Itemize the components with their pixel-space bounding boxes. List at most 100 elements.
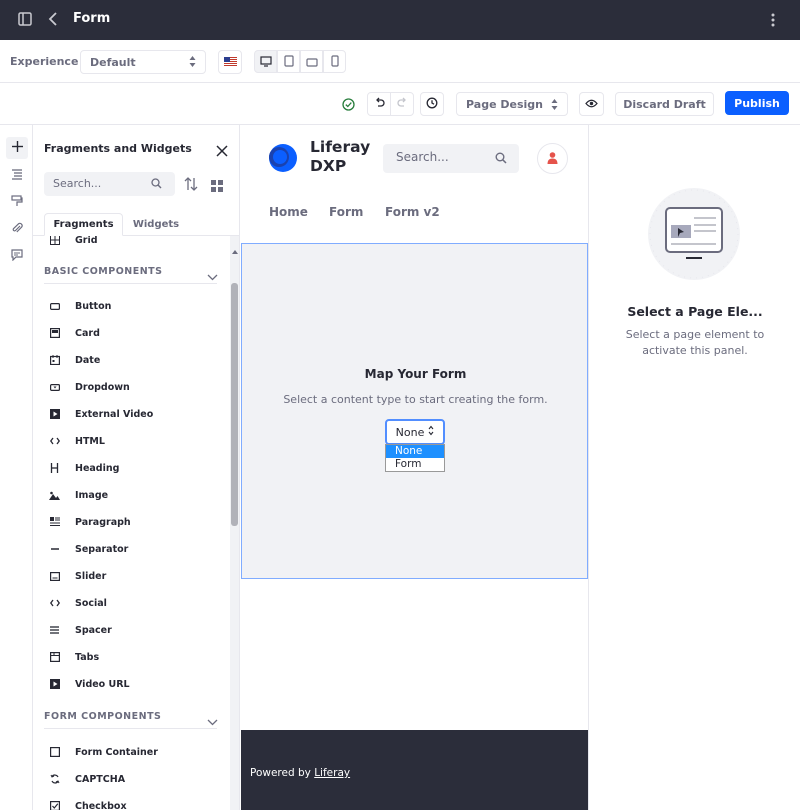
- configuration-panel: Select a Page Ele... Select a page eleme…: [588, 125, 800, 810]
- form-components-header[interactable]: FORM COMPONENTS: [44, 711, 161, 722]
- top-header-bar: Form: [0, 0, 800, 40]
- fragment-item-paragraph[interactable]: Paragraph: [49, 514, 131, 530]
- undo-button[interactable]: [367, 92, 391, 116]
- form-container-fragment[interactable]: Map Your Form Select a content type to s…: [241, 243, 588, 579]
- tab-fragments[interactable]: Fragments: [44, 213, 123, 236]
- user-avatar[interactable]: [537, 143, 568, 174]
- add-fragments-button[interactable]: [6, 137, 28, 159]
- language-selector[interactable]: [218, 50, 242, 74]
- close-panel-icon[interactable]: [216, 142, 228, 161]
- experience-label: Experience: [10, 55, 79, 68]
- paperclip-icon: [11, 222, 23, 237]
- fragments-scrollbar[interactable]: [230, 236, 239, 810]
- fragments-list: Grid BASIC COMPONENTS Button Card Date D…: [33, 236, 230, 810]
- fragments-search-input[interactable]: Search...: [44, 172, 175, 196]
- fragment-label: Date: [75, 354, 101, 366]
- fragment-item-dropdown[interactable]: Dropdown: [49, 379, 130, 395]
- search-placeholder: Search...: [53, 177, 102, 190]
- tablet-icon: [283, 52, 294, 71]
- fragment-item-social[interactable]: Social: [49, 595, 107, 611]
- scrollbar-thumb[interactable]: [231, 283, 238, 526]
- option-form[interactable]: Form: [386, 458, 444, 471]
- phone-view-button[interactable]: [323, 50, 346, 73]
- fragment-label: Card: [75, 327, 100, 339]
- page-title: Form: [73, 11, 111, 26]
- phone-icon: [330, 52, 339, 71]
- tab-widgets[interactable]: Widgets: [125, 213, 187, 236]
- button-icon: [49, 301, 60, 312]
- fragment-item-checkbox[interactable]: Checkbox: [49, 798, 127, 810]
- fragment-label: Form Container: [75, 746, 158, 758]
- fragment-item-captcha[interactable]: CAPTCHA: [49, 771, 125, 787]
- content-type-select-value: None: [395, 425, 425, 439]
- eye-icon: [585, 98, 598, 111]
- fragment-label: External Video: [75, 408, 154, 420]
- fragment-label: Image: [75, 489, 109, 501]
- fragment-item-button[interactable]: Button: [49, 298, 111, 314]
- fragment-label: Slider: [75, 570, 107, 582]
- footer-liferay-link[interactable]: Liferay: [314, 767, 350, 779]
- site-search-input[interactable]: Search...: [383, 144, 519, 173]
- desktop-view-button[interactable]: [254, 50, 277, 73]
- tablet-view-button[interactable]: [277, 50, 300, 73]
- fragment-item-date[interactable]: Date: [49, 352, 100, 368]
- page-canvas: Liferay DXP Search... Home Form Form v2 …: [241, 125, 588, 810]
- fragment-item-grid[interactable]: Grid: [49, 236, 98, 248]
- history-button[interactable]: [420, 92, 444, 116]
- fragment-item-form-container[interactable]: Form Container: [49, 744, 158, 760]
- page-design-select[interactable]: Page Design: [456, 92, 568, 116]
- browser-button[interactable]: [6, 164, 28, 186]
- grid-view-icon[interactable]: [211, 177, 223, 196]
- slider-icon: [49, 571, 60, 582]
- landscape-view-button[interactable]: [300, 50, 323, 73]
- tabs-icon: [49, 652, 60, 663]
- content-type-select[interactable]: None: [385, 419, 445, 445]
- publish-button[interactable]: Publish: [725, 91, 789, 115]
- left-sidebar-rail: [0, 125, 33, 810]
- comments-button[interactable]: [6, 245, 28, 267]
- fragment-item-image[interactable]: Image: [49, 487, 108, 503]
- site-brand-name[interactable]: Liferay DXP: [310, 138, 370, 176]
- fragment-item-spacer[interactable]: Spacer: [49, 622, 112, 638]
- panel-tabs: Fragments Widgets: [33, 213, 239, 236]
- saved-check-icon: [342, 96, 355, 115]
- fragment-item-video-url[interactable]: Video URL: [49, 676, 130, 692]
- nav-form-v2[interactable]: Form v2: [385, 205, 440, 219]
- page-design-label: Page Design: [466, 97, 543, 111]
- option-none[interactable]: None: [386, 445, 444, 458]
- checkbox-icon: [49, 801, 60, 810]
- plus-icon: [11, 140, 24, 156]
- kebab-menu-icon[interactable]: [767, 12, 779, 32]
- calendar-icon: [49, 355, 60, 366]
- fragment-item-separator[interactable]: Separator: [49, 541, 128, 557]
- fragment-item-heading[interactable]: Heading: [49, 460, 119, 476]
- fragment-label: Video URL: [75, 678, 130, 690]
- user-icon: [547, 149, 558, 168]
- sort-icon[interactable]: [184, 176, 198, 195]
- fragment-item-tabs[interactable]: Tabs: [49, 649, 99, 665]
- fragment-item-html[interactable]: HTML: [49, 433, 105, 449]
- scroll-up-arrow-icon[interactable]: [232, 239, 238, 258]
- mappings-button[interactable]: [6, 218, 28, 240]
- select-caret-icon: [189, 55, 196, 71]
- back-icon[interactable]: [48, 12, 60, 30]
- fragment-label: CAPTCHA: [75, 773, 126, 785]
- page-design-options-button[interactable]: [6, 191, 28, 213]
- section-divider: [44, 283, 217, 284]
- nav-home[interactable]: Home: [269, 205, 308, 219]
- discard-draft-button[interactable]: Discard Draft: [615, 92, 714, 116]
- fragment-label: Separator: [75, 543, 129, 555]
- desktop-icon: [259, 52, 272, 71]
- redo-button[interactable]: [390, 92, 414, 116]
- experience-select[interactable]: Default: [80, 50, 206, 74]
- preview-button[interactable]: [579, 92, 604, 116]
- fragment-label: HTML: [75, 435, 105, 447]
- us-flag-icon: [223, 56, 237, 69]
- sidebar-toggle-icon[interactable]: [18, 12, 32, 30]
- nav-form[interactable]: Form: [329, 205, 363, 219]
- social-code-icon: [49, 598, 60, 609]
- fragment-item-external-video[interactable]: External Video: [49, 406, 153, 422]
- basic-components-header[interactable]: BASIC COMPONENTS: [44, 266, 163, 277]
- fragment-item-slider[interactable]: Slider: [49, 568, 106, 584]
- fragment-item-card[interactable]: Card: [49, 325, 100, 341]
